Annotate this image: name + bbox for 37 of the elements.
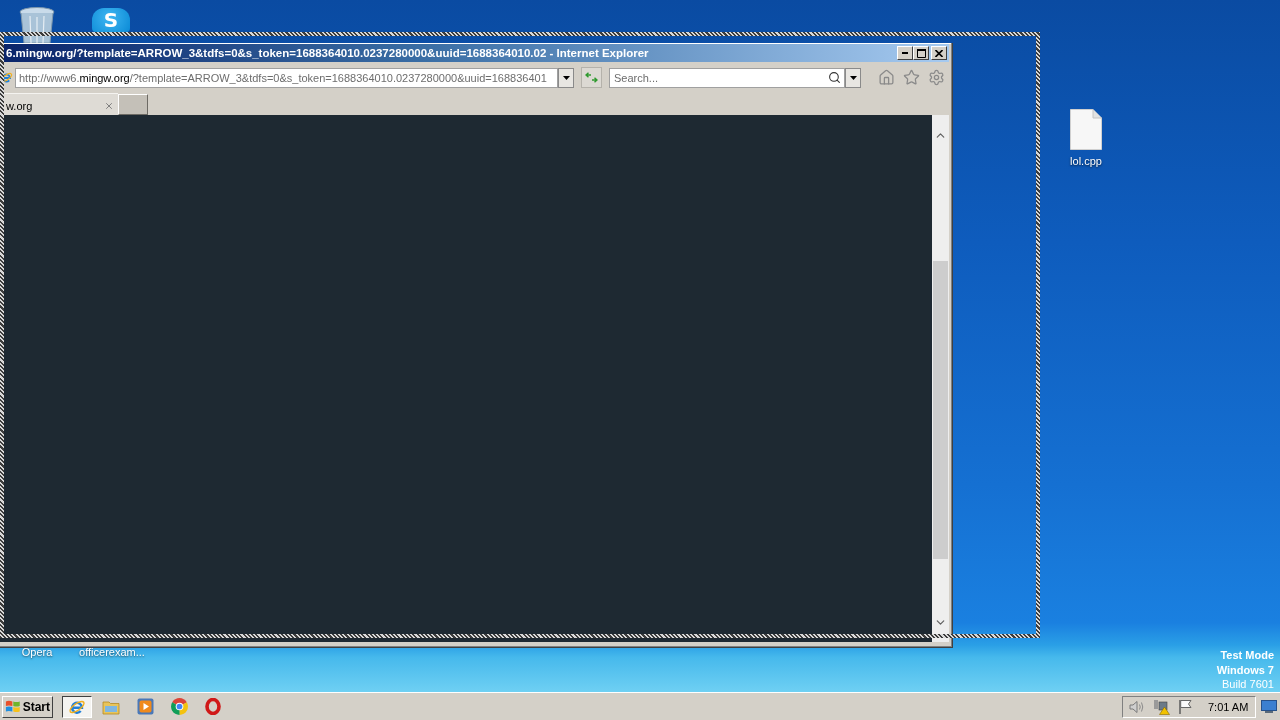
start-button[interactable]: Start — [2, 695, 53, 718]
new-tab-button[interactable] — [118, 94, 148, 115]
monitor-icon — [1261, 700, 1277, 713]
close-button[interactable] — [931, 46, 947, 60]
address-field[interactable]: http://www6.mingw.org/?template=ARROW_3&tdfs=0&s_token=1688364010.0237280000&uuid=168836401 — [15, 67, 558, 88]
window-title: 6.mingw.org/?template=ARROW_3&tdfs=0&s_token=1688364010.0237280000&uuid=1688364010.02 - Internet Explorer — [6, 47, 650, 59]
media-play-icon — [136, 698, 154, 715]
system-notice-line: Build 7601 — [1222, 677, 1274, 692]
caret-icon — [849, 75, 857, 80]
maximize-button[interactable] — [913, 46, 929, 60]
taskbar-button[interactable] — [62, 695, 92, 718]
compatibility-button[interactable] — [581, 67, 602, 88]
minimize-icon — [902, 52, 908, 54]
search-dropdown-button[interactable] — [845, 67, 861, 88]
scrollbar-thumb[interactable] — [933, 261, 948, 559]
address-dropdown-button[interactable] — [558, 67, 574, 88]
clock-text[interactable]: 7:01 AM — [1208, 700, 1249, 713]
minimize-button[interactable] — [897, 46, 913, 60]
search-field[interactable]: Search... — [609, 67, 845, 88]
o-ring-icon — [205, 698, 221, 715]
round-browser-icon — [170, 698, 188, 715]
search-icon[interactable] — [828, 70, 841, 84]
close-icon — [935, 49, 943, 57]
system-notice-line: Windows 7 — [1216, 662, 1274, 677]
tab-close-icon[interactable] — [104, 100, 114, 111]
windows-flag-icon — [5, 699, 21, 714]
folder-icon — [102, 698, 120, 715]
network-warning-icon[interactable] — [1153, 698, 1170, 715]
system-notice-line: Test Mode — [1220, 648, 1274, 663]
flag-icon[interactable] — [1178, 699, 1194, 714]
maximize-icon — [916, 48, 926, 58]
file-icon[interactable] — [1070, 109, 1102, 150]
caret-icon — [562, 75, 570, 80]
desktop-icon-label[interactable]: lol.cpp — [1070, 155, 1102, 167]
arrows-icon — [585, 72, 598, 83]
star-icon[interactable] — [903, 69, 920, 86]
recycle-bin-icon[interactable] — [18, 6, 56, 43]
